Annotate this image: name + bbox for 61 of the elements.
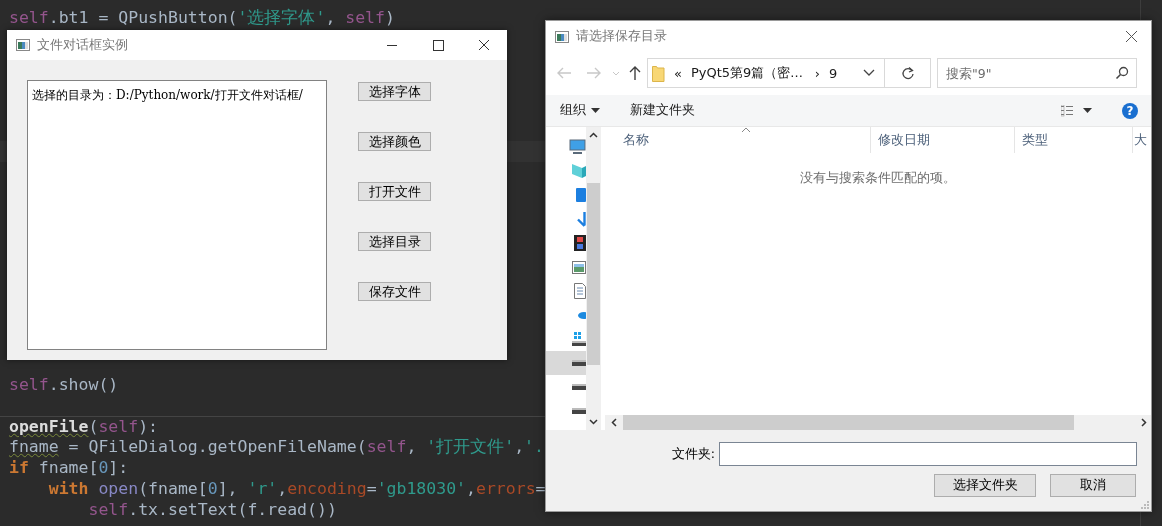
horizontal-scrollbar[interactable] xyxy=(605,415,1151,430)
search-icon[interactable] xyxy=(1115,66,1129,80)
cloud-icon xyxy=(578,311,586,319)
field-label: 文件夹: xyxy=(671,445,715,463)
overflow-chevron[interactable]: « xyxy=(674,65,682,81)
breadcrumb[interactable]: 9 xyxy=(829,65,838,81)
refresh-icon xyxy=(900,66,915,80)
download-arrow-icon xyxy=(577,211,586,227)
column-header[interactable]: 大 xyxy=(1133,127,1147,153)
code-line: with open(fname[0], 'r',encoding='gb18030',errors= xyxy=(48,478,546,500)
help-button[interactable]: ? xyxy=(1122,102,1138,119)
folder-icon xyxy=(652,64,665,82)
code-line: fname = QFileDialog.getOpenFileName(self, '打开文件','. xyxy=(9,437,544,458)
dialog-button[interactable]: 选择文件夹 xyxy=(934,474,1036,497)
drive-icon xyxy=(572,360,586,366)
empty-message: 没有与搜索条件匹配的项。 xyxy=(800,170,956,186)
dialog-button[interactable]: 取消 xyxy=(1050,474,1136,497)
picture-icon xyxy=(572,260,586,274)
text-area[interactable]: 选择的目录为：D:/Python/work/打开文件对话框/ xyxy=(27,80,327,350)
cube-icon xyxy=(572,164,586,178)
caret-icon xyxy=(591,107,600,114)
nav-item[interactable] xyxy=(546,351,586,375)
up-arrow-icon[interactable] xyxy=(628,65,642,80)
new-folder-button[interactable]: 新建文件夹 xyxy=(626,100,699,121)
column-header[interactable]: 修改日期 xyxy=(871,127,1015,153)
push-button[interactable]: 选择字体 xyxy=(358,82,431,101)
breadcrumb[interactable]: PyQt5第9篇（密... xyxy=(690,64,803,82)
window-title: 文件对话框实例 xyxy=(37,36,129,54)
folder-input-field[interactable] xyxy=(719,442,1137,466)
organize-menu[interactable]: 组织 xyxy=(556,100,604,121)
drive-icon xyxy=(572,332,586,346)
column-header[interactable]: 名称 xyxy=(605,127,871,153)
push-button[interactable]: 保存文件 xyxy=(358,282,431,301)
scrollbar-thumb[interactable] xyxy=(623,415,1074,430)
drive-icon xyxy=(572,408,586,414)
code-line: self.bt1 = QPushButton('选择字体', self) xyxy=(9,8,395,29)
code-line: self.tx.setText(f.read()) xyxy=(88,499,337,521)
code-line: self.show() xyxy=(9,374,119,396)
caret-icon[interactable] xyxy=(1083,107,1092,114)
resize-grip-icon[interactable] xyxy=(1141,501,1149,509)
push-button[interactable]: 打开文件 xyxy=(358,182,431,201)
push-button[interactable]: 选择颜色 xyxy=(358,132,431,151)
tablet-icon xyxy=(576,188,586,202)
push-button[interactable]: 选择目录 xyxy=(358,232,431,251)
document-icon xyxy=(574,283,586,299)
film-icon xyxy=(574,235,586,251)
view-options-icon[interactable] xyxy=(1061,104,1073,117)
app-icon xyxy=(555,30,569,43)
window-title: 请选择保存目录 xyxy=(576,28,668,45)
text-content: 选择的目录为：D:/Python/work/打开文件对话框/ xyxy=(32,88,303,102)
vertical-scrollbar[interactable] xyxy=(586,127,601,430)
column-header[interactable]: 类型 xyxy=(1015,127,1133,153)
code-line: if fname[0]: xyxy=(9,458,129,479)
computer-icon xyxy=(569,139,586,155)
code-line: openFile(self): xyxy=(9,416,159,438)
app-icon xyxy=(16,39,30,51)
address-bar[interactable]: « PyQt5第9篇（密... › 9 xyxy=(647,58,931,88)
drive-icon xyxy=(572,384,586,390)
search-field[interactable]: 搜索"9" xyxy=(937,58,1137,88)
breadcrumb-separator[interactable]: › xyxy=(814,65,820,81)
scrollbar-thumb[interactable] xyxy=(587,183,600,365)
